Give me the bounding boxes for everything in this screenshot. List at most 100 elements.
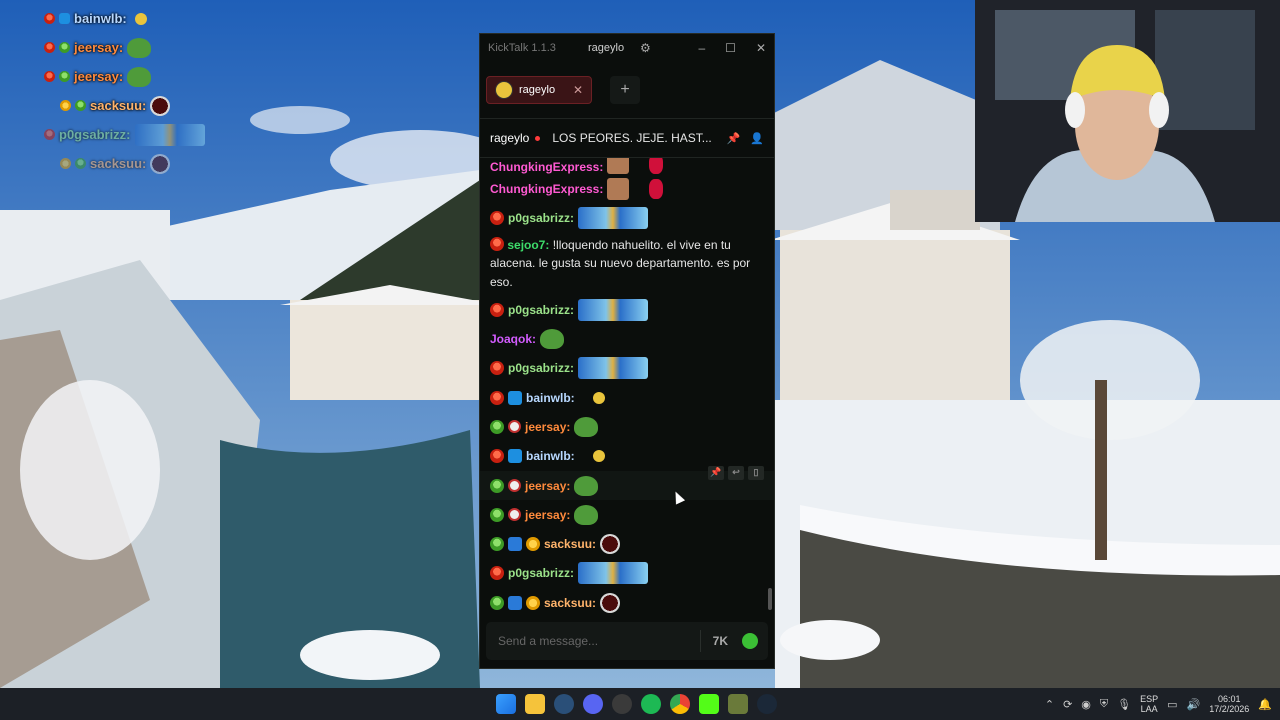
channel-name[interactable]: rageylo <box>490 131 529 145</box>
username[interactable]: sejoo7: <box>507 238 549 252</box>
pickaxe-badge-icon <box>508 595 522 610</box>
settings-gear-icon[interactable]: ⚙ <box>640 41 651 55</box>
delete-icon[interactable]: ▯ <box>748 465 764 480</box>
emote-picker-icon[interactable] <box>742 633 758 649</box>
kick-icon[interactable] <box>699 694 719 714</box>
chat-message: sejoo7: !lloquendo nahuelito. el vive en… <box>490 233 764 296</box>
banner-emote-icon <box>578 562 649 585</box>
discord-icon[interactable] <box>583 694 603 714</box>
badge-icon <box>44 71 55 82</box>
pin-message-icon[interactable]: 📌 <box>708 465 724 480</box>
spotify-icon[interactable] <box>641 694 661 714</box>
taskbar: ⌃ ⟳ ◉ ⛨ 🎙 ESP LAA ▭ 🔊 06:01 17/2/2026 🔔 <box>0 688 1280 720</box>
network-icon[interactable]: ◉ <box>1081 698 1091 711</box>
close-button[interactable]: ✕ <box>756 41 766 55</box>
badge-icon <box>59 71 70 82</box>
badge-icon <box>490 419 504 434</box>
tab-rageylo[interactable]: rageylo ✕ <box>486 76 592 104</box>
username[interactable]: p0gsabrizz: <box>508 211 574 225</box>
pepe-emote-icon <box>127 37 152 58</box>
username[interactable]: p0gsabrizz: <box>508 303 574 317</box>
chat-message: ChungkingExpress: <box>490 158 764 174</box>
sync-icon[interactable]: ⟳ <box>1063 698 1072 711</box>
game-icon[interactable] <box>728 694 748 714</box>
chat-scrollbar[interactable] <box>768 588 772 610</box>
obs-icon[interactable] <box>612 694 632 714</box>
steam-icon[interactable] <box>554 694 574 714</box>
speaker-icon[interactable]: 🔊 <box>1187 698 1201 711</box>
reply-icon[interactable]: ↩ <box>728 465 744 480</box>
username[interactable]: bainwlb: <box>526 391 575 405</box>
overlay-username: jeersay: <box>74 69 124 84</box>
overlay-message: jeersay: <box>44 62 244 91</box>
badge-icon <box>490 478 504 493</box>
message-input[interactable] <box>496 633 688 649</box>
channel-info-bar: rageylo LOS PEORES. JEJE. HAST... 📌 👤 <box>480 119 774 158</box>
add-tab-button[interactable]: + <box>610 76 640 104</box>
badge-icon <box>59 42 70 53</box>
message-input-bar: 7K <box>486 622 768 660</box>
username[interactable]: jeersay: <box>525 420 570 434</box>
badge-icon <box>490 537 504 552</box>
badge-icon <box>44 13 55 24</box>
tab-label: rageylo <box>519 84 556 96</box>
badge-icon <box>44 42 55 53</box>
chat-message: ChungkingExpress: <box>490 174 764 203</box>
badge-icon <box>490 236 504 251</box>
message-actions: 📌 ↩ ▯ <box>708 465 764 480</box>
app-name: KickTalk 1.1.3 <box>488 42 556 54</box>
banner-emote-icon <box>134 123 205 146</box>
pin-icon[interactable]: 📌 <box>727 132 741 145</box>
badge-icon <box>490 210 504 225</box>
time: 06:01 <box>1218 694 1241 704</box>
chrome-icon[interactable] <box>670 694 690 714</box>
username[interactable]: sacksuu: <box>544 596 596 610</box>
username[interactable]: jeersay: <box>525 508 570 522</box>
tabs-bar: rageylo ✕ + <box>480 62 774 119</box>
username[interactable]: p0gsabrizz: <box>508 361 574 375</box>
coin-emote-icon <box>600 592 621 613</box>
face-emote-icon <box>607 158 630 174</box>
user-icon[interactable]: 👤 <box>750 132 764 145</box>
pepe-emote-icon <box>574 416 599 437</box>
minimize-button[interactable]: – <box>698 41 705 55</box>
badge-icon <box>59 13 70 24</box>
username[interactable]: bainwlb: <box>526 449 575 463</box>
username[interactable]: Joaqok: <box>490 332 536 346</box>
chat-message: jeersay: <box>490 412 764 441</box>
badge-icon <box>60 100 71 111</box>
maximize-button[interactable]: ☐ <box>725 41 736 55</box>
notification-icon[interactable]: 🔔 <box>1258 698 1272 711</box>
emoji-icon <box>134 12 147 25</box>
username[interactable]: p0gsabrizz: <box>508 566 574 580</box>
chat-message: p0gsabrizz: <box>490 295 764 324</box>
badge-icon <box>60 158 71 169</box>
chat-message: sacksuu: <box>490 588 764 613</box>
monitor-icon[interactable]: ▭ <box>1167 698 1177 711</box>
username[interactable]: jeersay: <box>525 479 570 493</box>
chat-message: sacksuu: <box>490 529 764 558</box>
chevron-up-icon[interactable]: ⌃ <box>1045 698 1054 711</box>
start-icon[interactable] <box>496 694 516 714</box>
username[interactable]: ChungkingExpress: <box>490 182 603 196</box>
stream-title: LOS PEORES. JEJE. HAST... <box>552 131 712 145</box>
kick-emote-icon[interactable]: 7K <box>713 634 728 648</box>
badge-icon <box>490 595 504 610</box>
chat-messages[interactable]: ChungkingExpress: ChungkingExpress: p0gs… <box>480 158 774 613</box>
steam-icon[interactable] <box>757 694 777 714</box>
emoji-icon <box>592 391 605 404</box>
coin-emote-icon <box>150 95 171 116</box>
clock[interactable]: 06:01 17/2/2026 <box>1209 694 1249 714</box>
username[interactable]: ChungkingExpress: <box>490 160 603 174</box>
shield-icon[interactable]: ⛨ <box>1100 698 1108 711</box>
language-code: ESP <box>1140 694 1159 704</box>
badge-icon <box>490 390 504 405</box>
language-indicator[interactable]: ESP LAA <box>1140 694 1158 714</box>
file-explorer-icon[interactable] <box>525 694 545 714</box>
tab-close-icon[interactable]: ✕ <box>573 83 583 97</box>
microphone-icon[interactable]: 🎙 <box>1117 698 1131 711</box>
badge-icon <box>75 158 86 169</box>
pepe-emote-icon <box>574 504 599 525</box>
username[interactable]: sacksuu: <box>544 537 596 551</box>
chat-message: jeersay: 📌 ↩ ▯ <box>480 465 774 501</box>
